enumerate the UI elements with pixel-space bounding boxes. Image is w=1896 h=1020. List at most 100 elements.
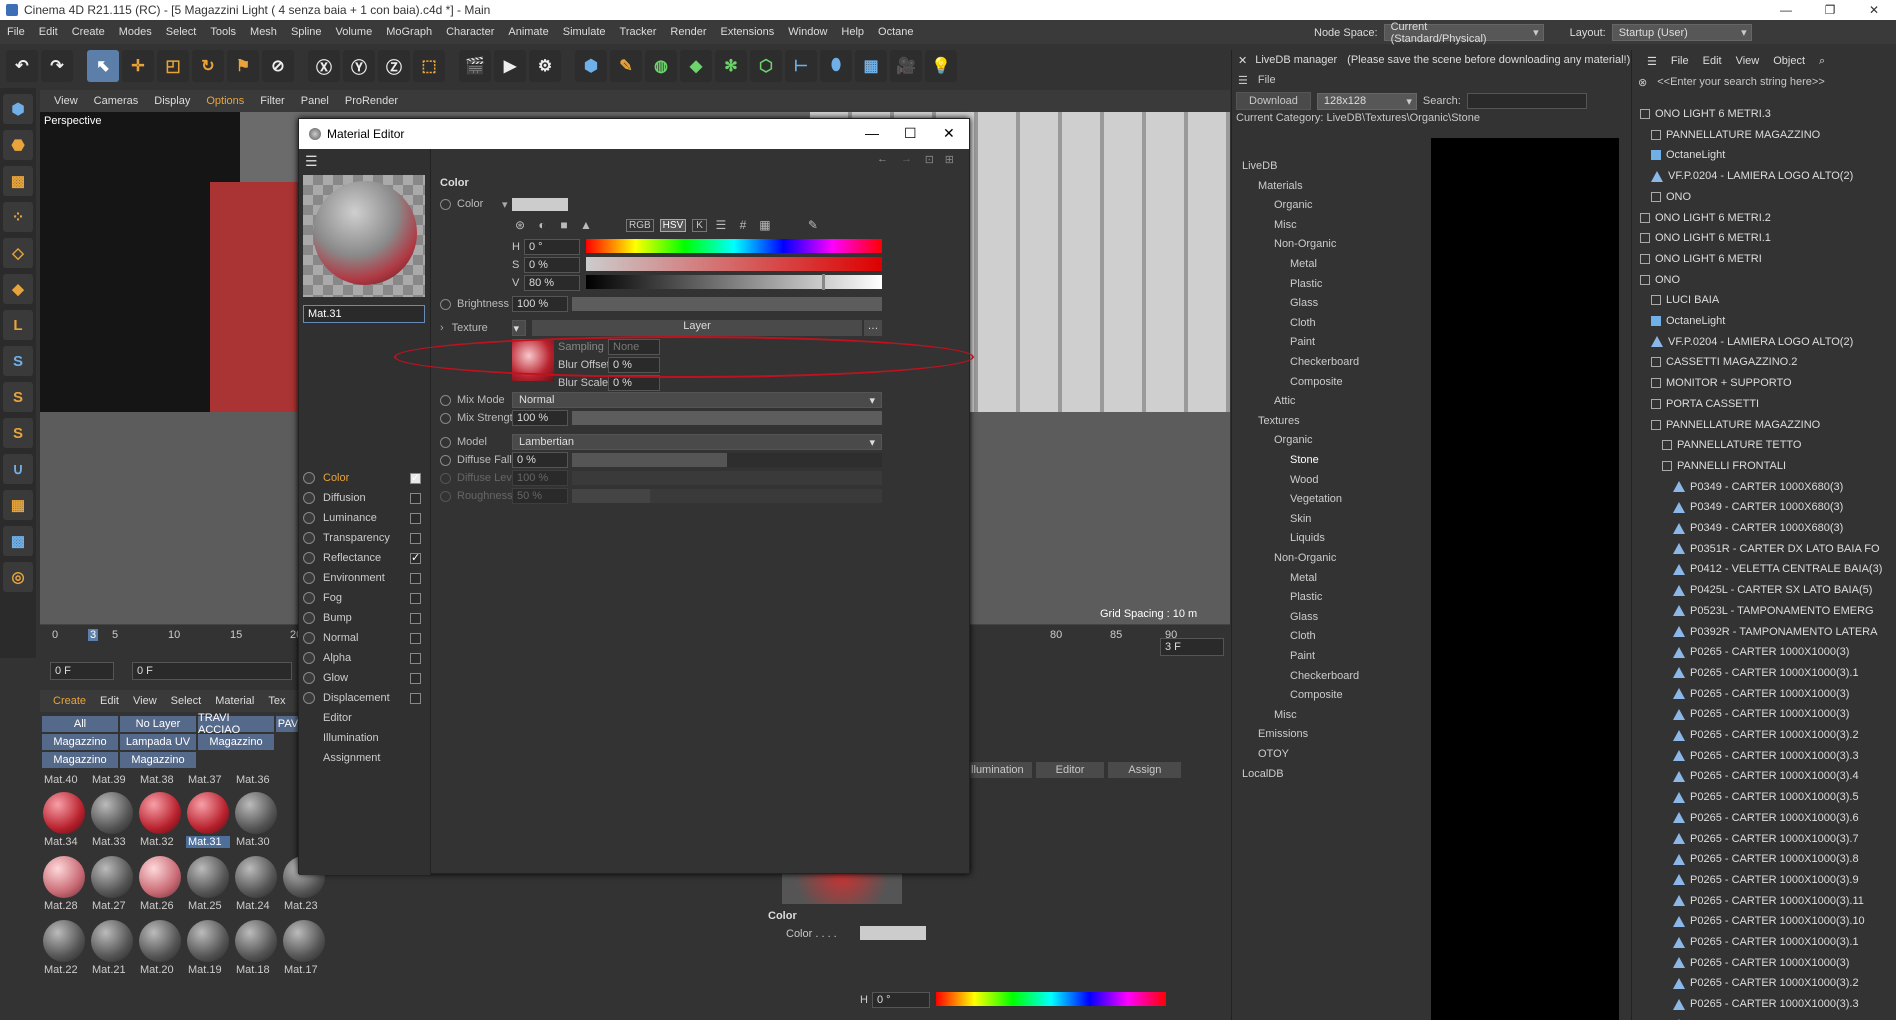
saturation-slider[interactable]	[586, 257, 882, 271]
livedb-close-icon[interactable]: ✕	[1238, 54, 1247, 67]
object-tree-row[interactable]: OctaneLight	[1632, 311, 1896, 331]
swatches-icon[interactable]: ▦	[757, 217, 773, 233]
menu-select[interactable]: Select	[159, 26, 204, 38]
object-tree-row[interactable]: ONO	[1632, 270, 1896, 290]
layer-filter-lampada-uv[interactable]: Lampada UV	[120, 734, 196, 750]
kelvin-mode-button[interactable]: K	[692, 218, 707, 232]
layer-filter-no-layer[interactable]: No Layer	[120, 716, 196, 732]
camera-icon[interactable]: 🎥	[890, 50, 922, 82]
mm-menu-select[interactable]: Select	[164, 695, 209, 707]
livedb-tree-item[interactable]: Liquids	[1290, 532, 1325, 544]
layer-filter-pav[interactable]: PAV	[276, 716, 300, 732]
object-tree-row[interactable]: P0265 - CARTER 1000X1000(3).9	[1632, 870, 1896, 890]
livedb-tree-item[interactable]: Non-Organic	[1274, 552, 1336, 564]
select-tool-icon[interactable]: ⬉	[87, 50, 119, 82]
channel-diffusion[interactable]: Diffusion	[303, 489, 427, 507]
channel-enable-checkbox[interactable]	[410, 592, 421, 604]
channel-fog[interactable]: Fog	[303, 589, 427, 607]
object-tree-row[interactable]: PORTA CASSETTI	[1632, 394, 1896, 414]
channel-editor[interactable]: Editor	[323, 709, 447, 727]
channel-radio[interactable]	[303, 492, 315, 504]
floor-icon[interactable]: ▦	[855, 50, 887, 82]
channel-color[interactable]: Color	[303, 469, 427, 487]
object-tree-row[interactable]: P0523L - TAMPONAMENTO EMERG	[1632, 601, 1896, 621]
render-settings-icon[interactable]: ⚙	[529, 50, 561, 82]
livedb-tree-item[interactable]: Attic	[1274, 395, 1295, 407]
channel-transparency[interactable]: Transparency	[303, 529, 427, 547]
object-tree-row[interactable]: P0265 - CARTER 1000X1000(3).7	[1632, 829, 1896, 849]
channel-radio[interactable]	[303, 652, 315, 664]
eyedropper-icon[interactable]: ✎	[805, 217, 821, 233]
menu-mesh[interactable]: Mesh	[243, 26, 284, 38]
livedb-tree-item[interactable]: Paint	[1290, 650, 1315, 662]
current-frame-field[interactable]: 0 F	[132, 662, 292, 680]
lock-workplane-icon[interactable]: ◎	[3, 562, 33, 592]
material-name-field[interactable]: Mat.31	[303, 305, 425, 323]
search-icon[interactable]: ⌕	[1812, 55, 1832, 68]
viewport-menu-view[interactable]: View	[46, 95, 86, 107]
channel-alpha[interactable]: Alpha	[303, 649, 427, 667]
x-axis-icon[interactable]: Ⓧ	[308, 50, 340, 82]
channel-luminance[interactable]: Luminance	[303, 509, 427, 527]
node-space-dropdown[interactable]: Current (Standard/Physical)	[1383, 21, 1544, 45]
livedb-tree-item[interactable]: Paint	[1290, 336, 1315, 348]
mix-mode-dropdown[interactable]: Normal	[512, 392, 882, 408]
texture-expand-icon[interactable]: ›	[440, 322, 444, 334]
object-tree-row[interactable]: P0265 - CARTER 1000X1000(3).6	[1632, 808, 1896, 828]
channel-environment[interactable]: Environment	[303, 569, 427, 587]
layer-filter-magazzino[interactable]: Magazzino	[198, 734, 274, 750]
end-frame-field[interactable]: 3 F	[1160, 638, 1224, 656]
viewport-menu-display[interactable]: Display	[146, 95, 198, 107]
value-field[interactable]: 80 %	[524, 275, 580, 291]
menu-simulate[interactable]: Simulate	[556, 26, 613, 38]
menu-edit[interactable]: Edit	[32, 26, 65, 38]
viewport-menu-prorender[interactable]: ProRender	[337, 95, 406, 107]
material-swatch[interactable]: Mat.19	[186, 920, 230, 982]
value-slider[interactable]	[586, 274, 882, 290]
dialog-maximize-button[interactable]: ☐	[904, 125, 917, 142]
livedb-tree-item[interactable]: Glass	[1290, 297, 1318, 309]
texture-browse-button[interactable]: …	[864, 320, 882, 336]
object-tree-row[interactable]: P0265 - CARTER 1000X1000(3).2	[1632, 725, 1896, 745]
object-tree-row[interactable]: ONO LIGHT 6 METRI.2	[1632, 208, 1896, 228]
channel-radio[interactable]	[303, 592, 315, 604]
attribute-h-field[interactable]: 0 °	[872, 992, 930, 1008]
object-tree-row[interactable]: P0349 - CARTER 1000X680(3)	[1632, 497, 1896, 517]
om-menu-view[interactable]: View	[1729, 55, 1767, 67]
menu-volume[interactable]: Volume	[329, 26, 380, 38]
object-tree-row[interactable]: P0425L - CARTER SX LATO BAIA(5)	[1632, 580, 1896, 600]
object-tree-row[interactable]: P0265 - CARTER 1000X1000(3)	[1632, 642, 1896, 662]
layer-filter-travi-acciao[interactable]: TRAVI ACCIAO	[198, 712, 274, 736]
deformer-icon[interactable]: ⊢	[785, 50, 817, 82]
model-dropdown[interactable]: Lambertian	[512, 434, 882, 450]
layer-filter-magazzino[interactable]: Magazzino	[42, 734, 118, 750]
livedb-tree-item[interactable]: Organic	[1274, 199, 1313, 211]
object-tree-row[interactable]: ONO LIGHT 6 METRI.3	[1632, 104, 1896, 124]
render-region-icon[interactable]: 🎬	[459, 50, 491, 82]
menu-create[interactable]: Create	[65, 26, 112, 38]
object-tree-row[interactable]: VF.P.0204 - LAMIERA LOGO ALTO(2)	[1632, 166, 1896, 186]
object-tree-row[interactable]: ONO	[1632, 187, 1896, 207]
object-tree-row[interactable]: VF.P.0204 - LAMIERA LOGO ALTO(2)	[1632, 332, 1896, 352]
livedb-menu-icon[interactable]: ☰	[1238, 74, 1248, 87]
object-tree-row[interactable]: MONITOR + SUPPORTO	[1632, 373, 1896, 393]
cube-primitive-icon[interactable]: ⬢	[575, 50, 607, 82]
dialog-minimize-button[interactable]: —	[865, 125, 879, 141]
object-tree-row[interactable]: P0392R - TAMPONAMENTO LATERA	[1632, 622, 1896, 642]
move-tool-icon[interactable]: ✛	[122, 50, 154, 82]
redo-icon[interactable]: ↷	[41, 50, 73, 82]
mix-strength-keyframe-radio[interactable]	[440, 412, 451, 424]
points-mode-icon[interactable]: ⁘	[3, 202, 33, 232]
channel-normal[interactable]: Normal	[303, 629, 427, 647]
color-wheel-icon[interactable]: ⊛	[512, 217, 528, 233]
material-swatch[interactable]: Mat.28	[42, 856, 86, 918]
livedb-tree-item[interactable]: Metal	[1290, 572, 1317, 584]
live-select-icon[interactable]: ⊘	[262, 50, 294, 82]
brightness-keyframe-radio[interactable]	[440, 298, 451, 310]
livedb-tree-item[interactable]: Metal	[1290, 258, 1317, 270]
recent-tools-icon[interactable]: ⚑	[227, 50, 259, 82]
object-tree-row[interactable]: PANNELLATURE TETTO	[1632, 435, 1896, 455]
render-to-picture-viewer-icon[interactable]: ▶	[494, 50, 526, 82]
rotate-tool-icon[interactable]: ↻	[192, 50, 224, 82]
minimize-button[interactable]: —	[1764, 0, 1808, 20]
